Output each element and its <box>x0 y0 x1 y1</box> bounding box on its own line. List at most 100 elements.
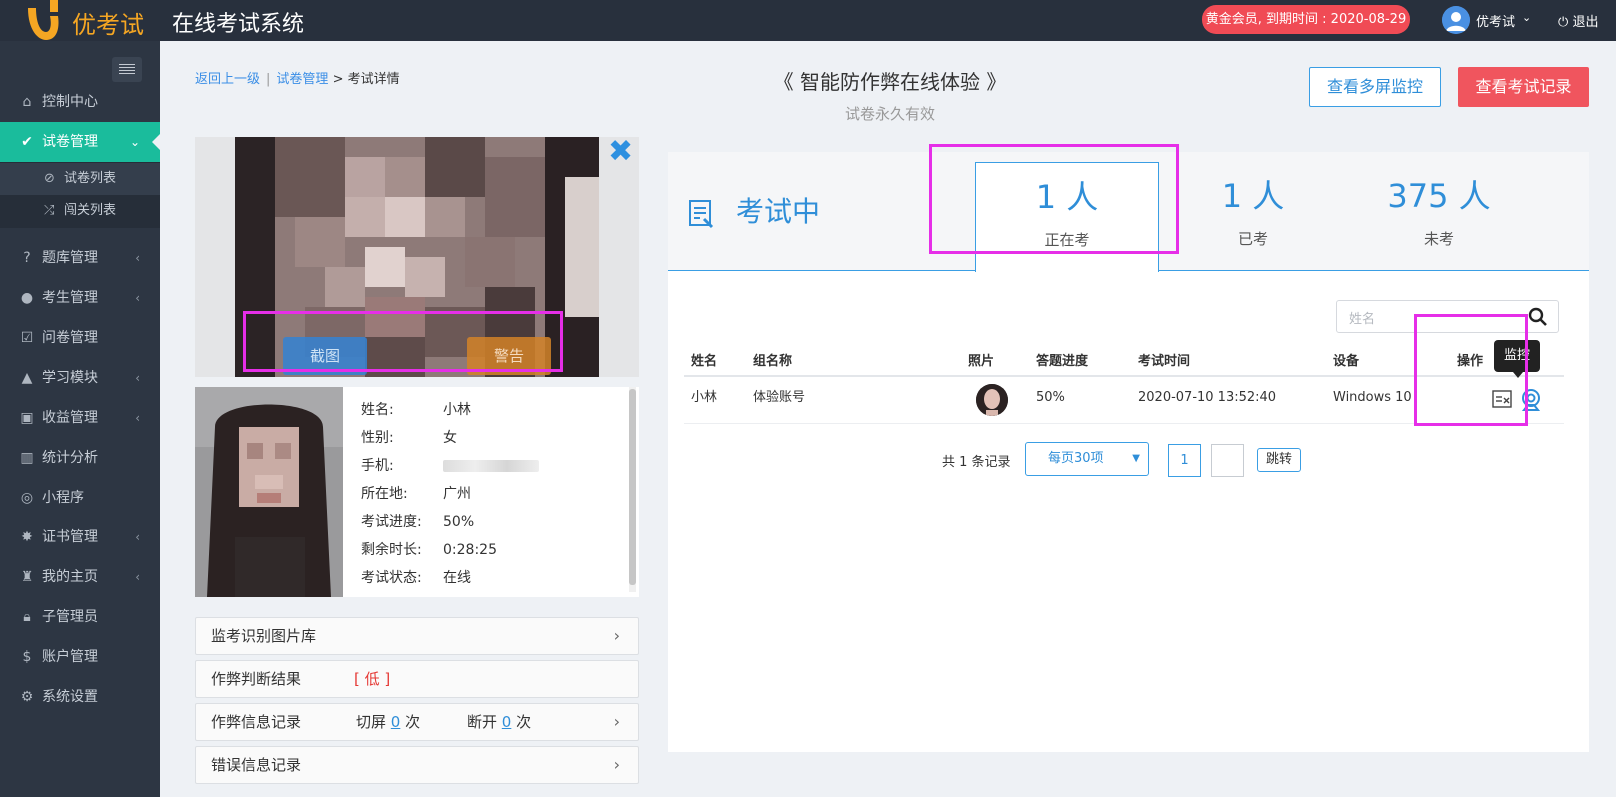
search-icon[interactable] <box>1528 307 1548 327</box>
pagination: 共 1 条记录 每页30项 ▼ 1 跳转 <box>668 442 1589 477</box>
info-key: 考试状态: <box>361 570 422 586</box>
page-size-select[interactable]: 每页30项 ▼ <box>1025 442 1149 476</box>
user-avatar[interactable] <box>1442 6 1470 34</box>
back-link[interactable]: 返回上一级 <box>195 72 260 87</box>
sidebar-subitem-label: 试卷列表 <box>64 171 117 186</box>
check-circle-icon: ✔ <box>21 134 33 150</box>
tab-not-taken[interactable]: 375 人 未考 <box>1347 162 1531 272</box>
sidebar-item-label: 我的主页 <box>42 569 98 585</box>
sidebar-item-revenue[interactable]: ▣ 收益管理 ‹ <box>0 398 160 438</box>
logout-button[interactable]: ⏻ 退出 <box>1558 11 1598 30</box>
info-status-row: 考试状态: 在线 <box>361 567 471 589</box>
sidebar-subitem-label: 闯关列表 <box>64 203 117 218</box>
disconnect-count: 断开 0 次 <box>467 704 531 740</box>
sidebar-item-papers[interactable]: ✔ 试卷管理 ⌄ <box>0 122 161 162</box>
cell-progress: 50% <box>1036 390 1065 405</box>
row-photo[interactable] <box>976 384 1008 416</box>
sidebar-subitem-paper-list[interactable]: ⊘ 试卷列表 <box>0 163 160 195</box>
jump-button[interactable]: 跳转 <box>1257 448 1301 472</box>
sidebar-item-label: 统计分析 <box>42 450 98 466</box>
cell-group: 体验账号 <box>753 390 806 405</box>
chevron-down-icon[interactable]: ⌄ <box>1522 11 1531 24</box>
sidebar-item-mini-program[interactable]: ◎ 小程序 <box>0 478 160 518</box>
sidebar-item-statistics[interactable]: ▥ 统计分析 <box>0 438 160 478</box>
search-placeholder: 姓名 <box>1349 312 1376 327</box>
switch-screen-number[interactable]: 0 <box>391 713 401 731</box>
shuffle-icon: ⤮ <box>44 203 55 218</box>
sidebar-toggle-button[interactable] <box>112 57 142 82</box>
sidebar-item-settings[interactable]: ⚙ 系统设置 <box>0 677 160 717</box>
profile-scrollbar[interactable] <box>629 387 636 592</box>
disconnect-number[interactable]: 0 <box>502 713 512 731</box>
membership-badge[interactable]: 黄金会员, 到期时间 : 2020-08-29 <box>1202 5 1410 34</box>
sidebar-item-sub-admins[interactable]: 🔒︎ 子管理员 <box>0 597 160 637</box>
sidebar-item-candidates[interactable]: ● 考生管理 ‹ <box>0 278 160 318</box>
system-title: 在线考试系统 <box>172 12 305 37</box>
page-jump-input[interactable] <box>1211 444 1244 477</box>
col-header: 考试时间 <box>1138 354 1191 369</box>
exam-records-button[interactable]: 查看考试记录 <box>1458 67 1589 107</box>
sidebar-item-my-homepage[interactable]: ♜ 我的主页 ‹ <box>0 557 160 597</box>
sidebar-item-label: 考生管理 <box>42 290 98 306</box>
sidebar-item-label: 试卷管理 <box>42 134 98 150</box>
tab-finished[interactable]: 1 人 已考 <box>1161 162 1345 272</box>
row-photo-image <box>976 384 1008 416</box>
sidebar-item-question-bank[interactable]: ? 题库管理 ‹ <box>0 238 160 278</box>
chevron-right-icon: › <box>613 626 620 645</box>
exam-subtitle: 试卷永久有效 <box>844 105 935 123</box>
multi-screen-monitor-button[interactable]: 查看多屏监控 <box>1309 67 1441 107</box>
col-header: 答题进度 <box>1036 354 1089 369</box>
sidebar-item-label: 题库管理 <box>42 250 98 266</box>
col-header: 照片 <box>968 354 995 369</box>
highlight-box <box>243 311 563 372</box>
close-video-button[interactable]: ✖ <box>608 137 633 167</box>
sidebar-item-label: 小程序 <box>42 490 84 506</box>
breadcrumb-current: 考试详情 <box>347 72 400 87</box>
caret-down-icon: ▼ <box>1132 453 1140 464</box>
breadcrumb: 返回上一级 | 试卷管理 > 考试详情 <box>195 68 400 87</box>
lock-icon: 🔒︎ <box>23 609 31 625</box>
sidebar-subitem-level-list[interactable]: ⤮ 闯关列表 <box>0 195 160 227</box>
sidebar-item-dashboard[interactable]: ⌂ 控制中心 <box>0 82 160 122</box>
info-key: 手机: <box>361 458 394 474</box>
logout-label: 退出 <box>1572 15 1599 30</box>
info-phone-row: 手机: <box>361 455 539 477</box>
chevron-left-icon: ‹ <box>135 251 140 265</box>
blurred-phone <box>443 460 539 472</box>
cell-time: 2020-07-10 13:52:40 <box>1138 390 1277 405</box>
top-bar: 优考试 在线考试系统 黄金会员, 到期时间 : 2020-08-29 优考试 ⌄… <box>0 0 1616 41</box>
panel-label: 作弊判断结果 <box>211 670 302 688</box>
error-info-panel[interactable]: 错误信息记录 › <box>195 746 639 784</box>
candidate-photo-image <box>195 387 343 597</box>
logo-mark-icon <box>28 0 59 40</box>
times-unit: 次 <box>516 713 532 731</box>
user-name[interactable]: 优考试 <box>1476 11 1515 30</box>
power-icon: ⏻ <box>1558 15 1569 30</box>
sidebar-item-certificates[interactable]: ✸ 证书管理 ‹ <box>0 517 160 557</box>
highlight-box <box>1414 314 1528 426</box>
sidebar-item-surveys[interactable]: ☑ 问卷管理 <box>0 318 160 358</box>
chevron-left-icon: ‹ <box>135 371 140 385</box>
money-icon: ▣ <box>20 410 34 426</box>
sidebar-item-learning[interactable]: ▲ 学习模块 ‹ <box>0 358 160 398</box>
switch-screen-count: 切屏 0 次 <box>356 704 420 740</box>
info-key: 性别: <box>361 430 394 446</box>
info-gender-row: 性别: 女 <box>361 427 457 449</box>
image-library-panel[interactable]: 监考识别图片库 › <box>195 617 639 655</box>
cell-device: Windows 10 <box>1333 390 1412 405</box>
sidebar-item-label: 问卷管理 <box>42 330 98 346</box>
col-header: 组名称 <box>753 354 793 369</box>
cheat-info-panel[interactable]: 作弊信息记录 切屏 0 次 断开 0 次 › <box>195 703 639 741</box>
breadcrumb-paper-mgmt[interactable]: 试卷管理 <box>276 72 328 87</box>
sidebar-item-account[interactable]: $ 账户管理 <box>0 637 160 677</box>
gear-icon: ⚙ <box>20 689 34 705</box>
cell-name: 小林 <box>691 390 718 405</box>
highlight-box <box>929 144 1179 254</box>
page-size-value: 每页30项 <box>1048 451 1104 466</box>
certificate-icon: ✸ <box>21 529 33 545</box>
info-key: 考试进度: <box>361 514 422 530</box>
dollar-icon: $ <box>22 649 32 665</box>
info-value: 50% <box>443 514 475 530</box>
page-number-button[interactable]: 1 <box>1168 444 1201 477</box>
exam-paper-icon <box>689 200 714 229</box>
